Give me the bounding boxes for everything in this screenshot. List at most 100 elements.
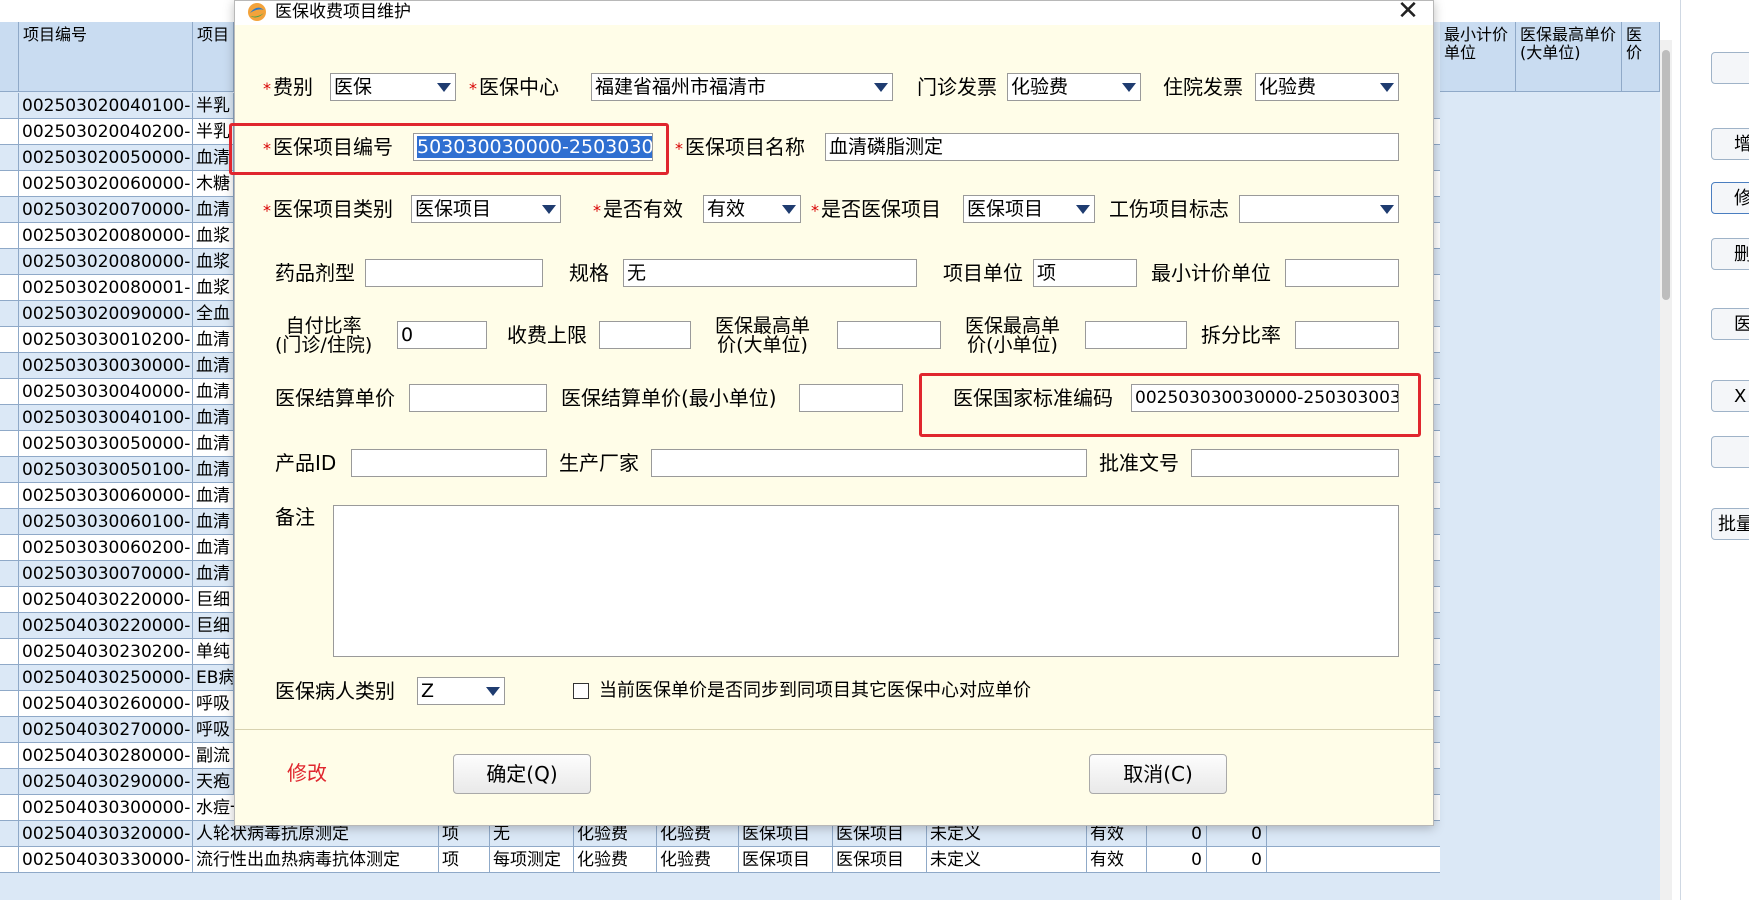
outpatient-invoice-select[interactable]: 化验费 [1007, 73, 1141, 101]
row-name: 呼吸 [193, 691, 234, 717]
product-id-input[interactable] [351, 449, 547, 477]
right-insurance-button[interactable]: 医 [1711, 308, 1749, 340]
sync-price-label: 当前医保单价是否同步到同项目其它医保中心对应单价 [599, 680, 1031, 701]
right-add-button[interactable]: 增 [1711, 128, 1749, 160]
row-name: 半乳 [193, 93, 234, 119]
item-name-label: * 医保项目名称 [675, 135, 805, 159]
row-code: 002503020040200- [19, 119, 193, 145]
row-code: 002503020070000- [19, 197, 193, 223]
row-name: 血浆 [193, 223, 234, 249]
row-name: 血清 [193, 457, 234, 483]
required-icon: * [263, 139, 271, 158]
row-indicator [0, 483, 19, 509]
chevron-down-icon[interactable] [1117, 75, 1139, 99]
self-pay-ratio-label: 自付比率 (门诊/住院) [275, 315, 373, 356]
right-edit-button[interactable]: 修 [1711, 182, 1749, 214]
chevron-down-icon[interactable] [1071, 197, 1093, 221]
manufacturer-input[interactable] [651, 449, 1087, 477]
row-name: 木糖 [193, 171, 234, 197]
item-category-select[interactable]: 医保项目 [411, 195, 561, 223]
table-header-price[interactable]: 医价 [1622, 22, 1660, 92]
chevron-down-icon[interactable] [432, 75, 454, 99]
row-code: 002503030050000- [19, 431, 193, 457]
fee-limit-input[interactable] [599, 321, 691, 349]
row-type2: 医保项目 [833, 847, 927, 873]
injury-flag-select[interactable] [1239, 195, 1399, 223]
min-unit-label: 最小计价单位 [1151, 261, 1271, 285]
row-code: 002504030250000- [19, 665, 193, 691]
table-header-max-price[interactable]: 医保最高单价(大单位) [1516, 22, 1622, 92]
right-batch-button[interactable]: 批量 [1711, 508, 1749, 540]
right-action-panel: 增 修 删 医 X 批量 [1680, 0, 1749, 900]
self-pay-ratio-input[interactable]: 0 [397, 321, 487, 349]
approval-no-input[interactable] [1191, 449, 1399, 477]
max-price-small-input[interactable] [1085, 321, 1187, 349]
chevron-down-icon[interactable] [1375, 75, 1397, 99]
row-indicator [0, 743, 19, 769]
table-row[interactable]: 002504030330000- 流行性出血热病毒抗体测定项每项测定 化验费 化验费医… [0, 847, 1440, 873]
chevron-down-icon[interactable] [777, 197, 799, 221]
row-flag: 未定义 [927, 847, 1087, 873]
cancel-button[interactable]: 取消(C) [1089, 754, 1227, 794]
row-code: 002504030260000- [19, 691, 193, 717]
is-valid-select[interactable]: 有效 [703, 195, 801, 223]
item-unit-input[interactable]: 项 [1033, 259, 1137, 287]
national-code-input[interactable]: 002503030030000-250303003 [1131, 384, 1399, 412]
max-price-small-label: 医保最高单 价(小单位) [965, 315, 1061, 356]
min-unit-input[interactable] [1285, 259, 1399, 287]
fee-category-select[interactable]: 医保 [330, 73, 456, 101]
right-excel-button[interactable]: X [1711, 380, 1749, 412]
row-code: 002504030300000- [19, 795, 193, 821]
close-icon[interactable]: ✕ [1395, 0, 1421, 25]
dosage-form-input[interactable] [365, 259, 543, 287]
remark-label: 备注 [275, 505, 315, 529]
row-code: 002503020080000- [19, 249, 193, 275]
chevron-down-icon[interactable] [869, 75, 891, 99]
sync-price-checkbox[interactable] [573, 683, 589, 699]
row-unit: 项 [439, 847, 490, 873]
fee-category-label: * 费别 [263, 75, 313, 99]
patient-type-select[interactable]: Z [417, 677, 505, 705]
max-price-big-input[interactable] [837, 321, 941, 349]
is-insurance-item-select[interactable]: 医保项目 [963, 195, 1095, 223]
row-name: 血清 [193, 353, 234, 379]
row-indicator [0, 93, 19, 119]
spec-input[interactable]: 无 [623, 259, 917, 287]
row-name: 血浆 [193, 275, 234, 301]
remark-textarea[interactable] [333, 505, 1399, 657]
row-type1: 医保项目 [739, 847, 833, 873]
split-ratio-input[interactable] [1295, 321, 1399, 349]
inpatient-invoice-select[interactable]: 化验费 [1255, 73, 1399, 101]
right-button-1[interactable] [1711, 52, 1749, 84]
dialog-titlebar[interactable]: 医保收费项目维护 ✕ [235, 0, 1433, 25]
row-indicator [0, 665, 19, 691]
chevron-down-icon[interactable] [537, 197, 559, 221]
table-header-code[interactable]: 项目编号 [19, 22, 193, 92]
chevron-down-icon[interactable] [481, 679, 503, 703]
insurance-center-select[interactable]: 福建省福州市福清市 [591, 73, 893, 101]
chevron-down-icon[interactable] [1375, 197, 1397, 221]
right-button-7[interactable] [1711, 436, 1749, 468]
item-name-input[interactable]: 血清磷脂测定 [825, 133, 1399, 161]
ok-button[interactable]: 确定(Q) [453, 754, 591, 794]
scrollbar-thumb[interactable] [1662, 50, 1670, 300]
settle-price-min-input[interactable] [799, 384, 903, 412]
settle-price-input[interactable] [409, 384, 547, 412]
row-name: 呼吸 [193, 717, 234, 743]
row-indicator [0, 457, 19, 483]
row-indicator [0, 327, 19, 353]
item-code-input[interactable]: 503030030000-250303003 [413, 133, 653, 161]
table-header-min-unit[interactable]: 最小计价单位 [1440, 22, 1516, 92]
row-code: 002503030060200- [19, 535, 193, 561]
right-delete-button[interactable]: 删 [1711, 238, 1749, 270]
row-name: 单纯 [193, 639, 234, 665]
row-code: 002504030330000- [19, 847, 193, 873]
row-name: 天疱 [193, 769, 234, 795]
split-ratio-label: 拆分比率 [1201, 323, 1281, 347]
insurance-center-label: * 医保中心 [469, 75, 559, 99]
product-id-label: 产品ID [275, 451, 337, 475]
outpatient-invoice-label: 门诊发票 [917, 75, 997, 99]
vertical-scrollbar[interactable] [1660, 40, 1672, 900]
row-code: 002503020060000- [19, 171, 193, 197]
table-header-name[interactable]: 项目 [193, 22, 234, 92]
